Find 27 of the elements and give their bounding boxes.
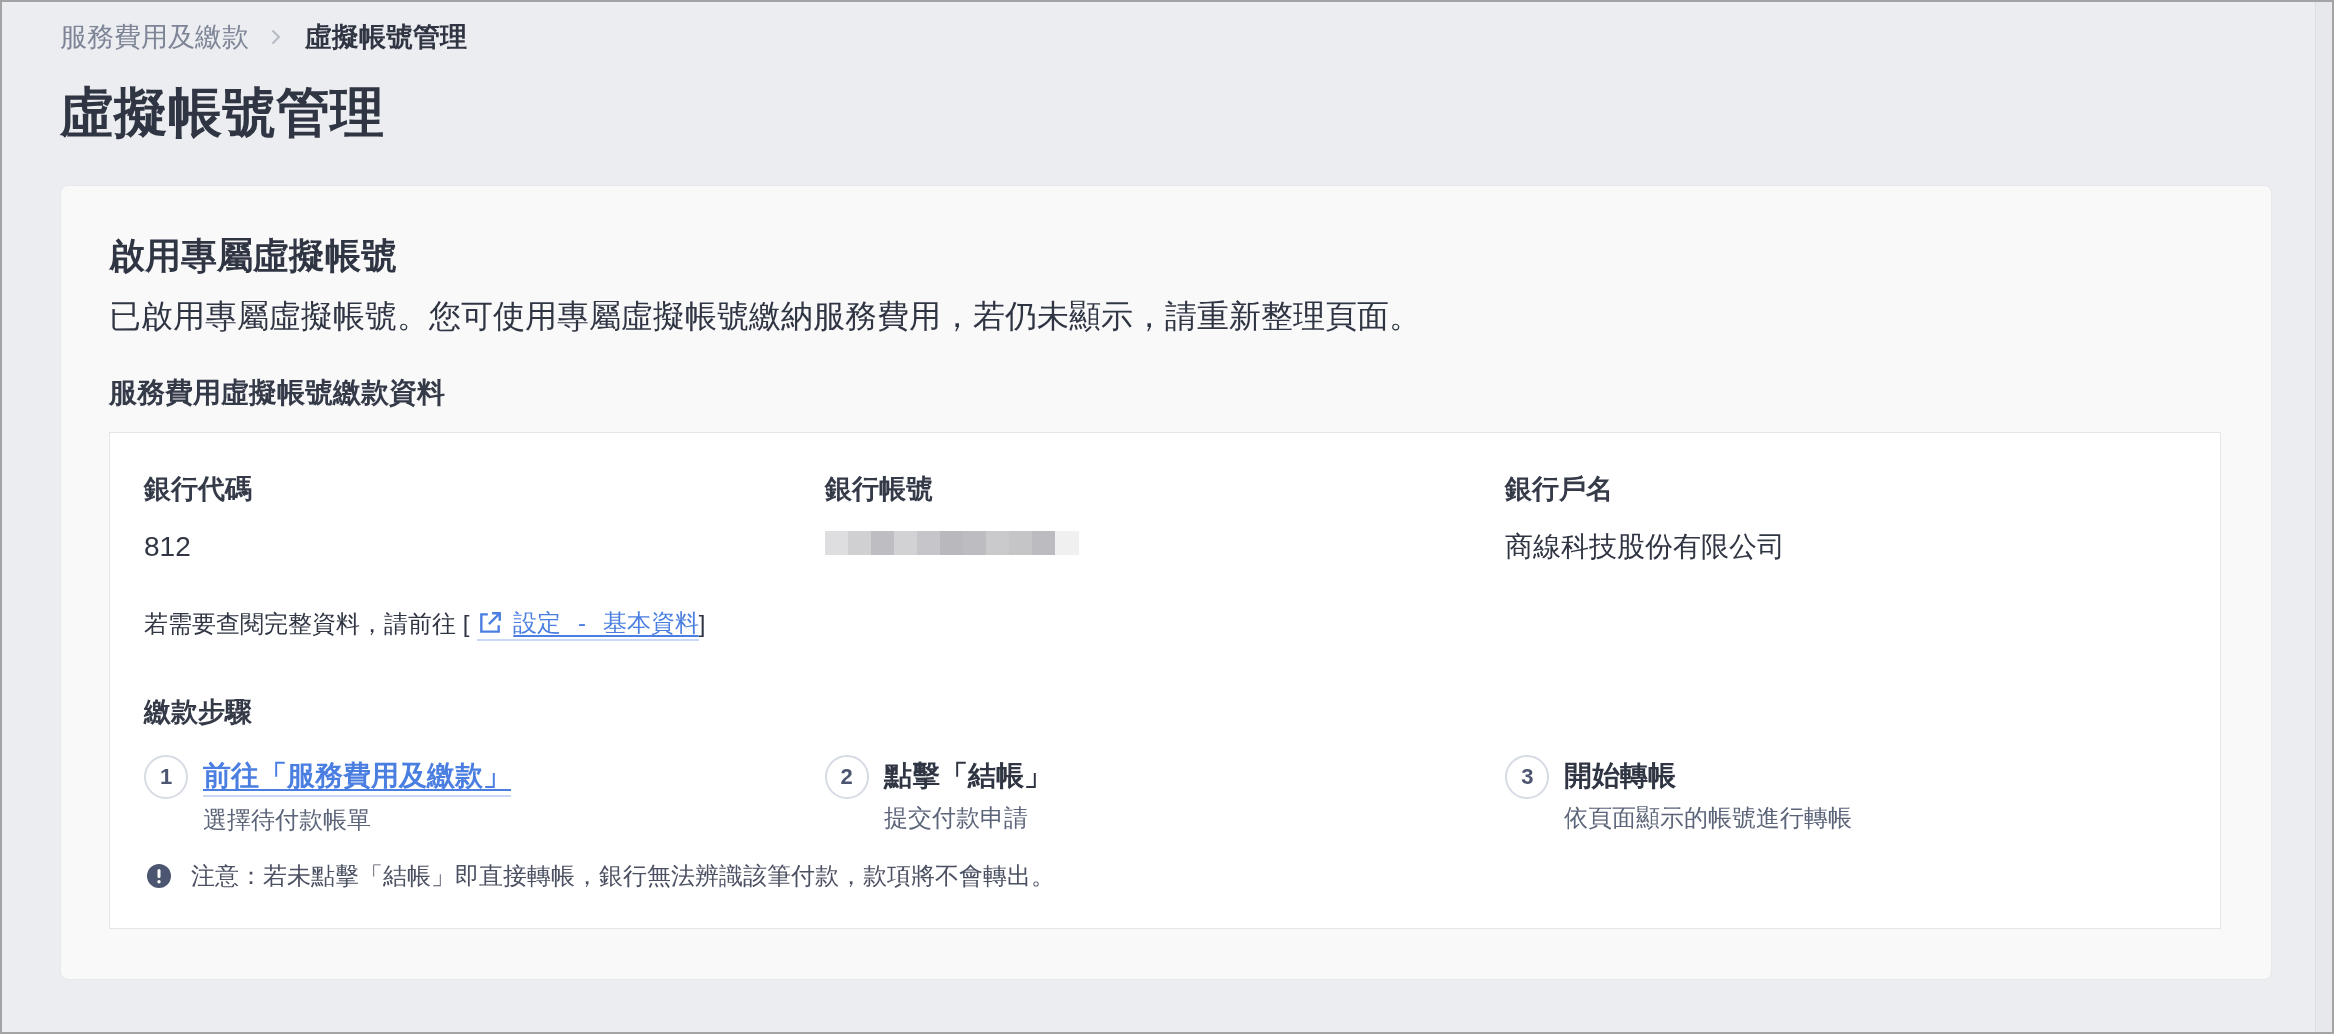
card-title: 啟用專屬虛擬帳號 (109, 234, 397, 278)
card-description: 已啟用專屬虛擬帳號。您可使用專屬虛擬帳號繳納服務費用，若仍未顯示，請重新整理頁面。 (109, 297, 1421, 336)
step-link[interactable]: 前往「服務費用及繳款」 (203, 757, 511, 797)
step-description: 提交付款申請 (883, 803, 1028, 833)
field-label: 銀行戶名 (1505, 473, 1614, 506)
field-label: 銀行代碼 (144, 473, 252, 506)
step-description: 選擇待付款帳單 (203, 805, 371, 835)
step-number: 1 (144, 755, 188, 799)
current-page-label: 虛擬帳號管理 (305, 21, 467, 54)
step-title: 點擊「結帳」 (883, 759, 1052, 793)
section-title: 服務費用虛擬帳號繳款資料 (109, 376, 445, 410)
step-number: 3 (1505, 755, 1550, 799)
chevron-right-icon (271, 29, 281, 45)
breadcrumb-link[interactable]: 服務費用及繳款 (60, 20, 249, 54)
settings-link[interactable]: 設定 - 基本資料 (477, 607, 699, 641)
step-title: 開始轉帳 (1564, 759, 1677, 793)
step-description: 依頁面顯示的帳號進行轉帳 (1564, 803, 1853, 833)
warning-text: 注意：若未點擊「結帳」即直接轉帳，銀行無法辨識該筆付款，款項將不會轉出。 (191, 861, 1055, 891)
field-value: 812 (144, 530, 191, 564)
field-value: 商線科技股份有限公司 (1505, 530, 1786, 564)
exclamation-icon (147, 864, 171, 888)
step-number: 2 (824, 755, 869, 799)
page-title: 虛擬帳號管理 (60, 81, 384, 144)
external-link-icon (477, 610, 504, 636)
field-label: 銀行帳號 (824, 473, 933, 506)
settings-hint: 若需要查閱完整資料，請前往 [ 設定 - 基本資料] (144, 607, 706, 641)
steps-title: 繳款步驟 (144, 696, 252, 729)
